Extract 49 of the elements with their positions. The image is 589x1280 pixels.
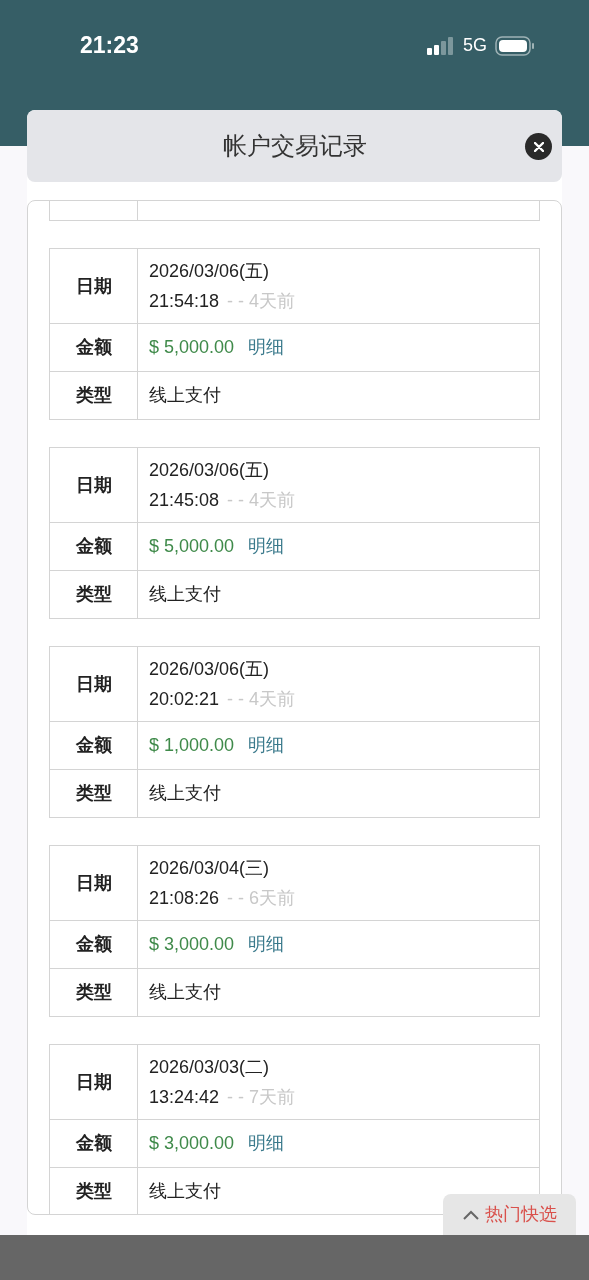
field-label: 日期 [75,871,112,895]
type-text: 线上支付 [149,1180,221,1203]
date-text: 2026/03/06(五) [149,260,271,283]
field-label: 金额 [75,1132,112,1155]
field-label: 类型 [75,981,112,1004]
date-text: 2026/03/06(五) [149,658,271,681]
chevron-up-icon [462,1209,479,1220]
close-button[interactable] [525,133,552,160]
field-label: 金额 [75,336,112,359]
field-label: 日期 [75,672,112,696]
field-label: 类型 [75,1180,112,1203]
hot-picks-button[interactable]: 热门快选 [443,1194,576,1235]
amount-text: $ 5,000.00 [149,336,235,359]
detail-link[interactable]: 明细 [248,732,285,759]
field-label: 金额 [75,734,112,757]
detail-link[interactable]: 明细 [248,931,285,958]
field-label: 日期 [75,1070,112,1094]
time-text: 21:45:08 [149,489,220,512]
date-text: 2026/03/04(三) [149,857,271,880]
field-label: 日期 [75,274,112,298]
amount-text: $ 5,000.00 [149,535,235,558]
field-label: 金额 [75,535,112,558]
network-text: 5G [463,34,487,57]
time-text: 21:08:26 [149,887,220,910]
field-label: 类型 [75,384,112,407]
clock-text: 21:23 [80,31,139,60]
field-label: 金额 [75,933,112,956]
date-text: 2026/03/03(二) [149,1056,271,1079]
type-text: 线上支付 [149,384,221,407]
signal-icon [427,36,455,55]
field-label: 类型 [75,583,112,606]
time-text: 21:54:18 [149,290,220,313]
type-text: 线上支付 [149,583,221,606]
amount-text: $ 3,000.00 [149,933,235,956]
close-icon [533,141,544,152]
modal-title: 帐户交易记录 [222,131,367,161]
battery-icon [495,35,535,56]
detail-link[interactable]: 明细 [248,533,285,560]
date-text: 2026/03/06(五) [149,459,271,482]
type-text: 线上支付 [149,981,221,1004]
detail-link[interactable]: 明细 [248,334,285,361]
detail-link[interactable]: 明细 [248,1130,285,1157]
field-label: 类型 [75,782,112,805]
field-label: 日期 [75,473,112,497]
amount-text: $ 3,000.00 [149,1132,235,1155]
amount-text: $ 1,000.00 [149,734,235,757]
type-text: 线上支付 [149,782,221,805]
time-text: 20:02:21 [149,688,220,711]
time-text: 13:24:42 [149,1086,220,1109]
